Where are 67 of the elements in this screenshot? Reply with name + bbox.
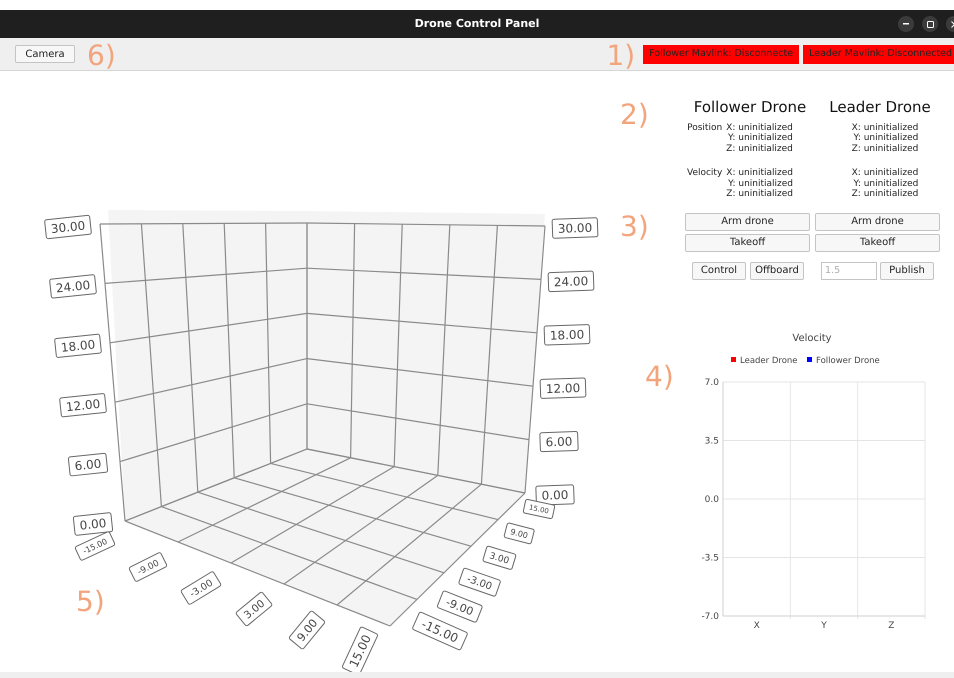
coordinate-value: Y: uninitialized: [728, 178, 793, 189]
axis-tick-label: 7.0: [704, 378, 719, 388]
value-field[interactable]: 1.5: [821, 262, 877, 280]
tick-label: 0.00: [72, 512, 114, 536]
axis-tick-label: -7.0: [701, 612, 719, 622]
coordinate-value: X: uninitialized: [726, 168, 793, 178]
axis-tick-label: Y: [821, 621, 827, 631]
maximize-icon: [926, 20, 934, 28]
annotation-number: 1): [606, 42, 636, 70]
push-button[interactable]: Takeoff: [815, 234, 940, 252]
tick-label: -9.00: [436, 590, 484, 624]
tick-label: 24.00: [548, 270, 594, 292]
tick-label: 12.00: [540, 377, 586, 399]
push-button[interactable]: Takeoff: [685, 234, 810, 252]
push-button[interactable]: Control: [692, 262, 746, 280]
axis-tick-label: 0.0: [704, 495, 719, 505]
axis-tick-label: Z: [888, 621, 894, 631]
tick-label: -9.00: [128, 552, 168, 582]
tick-label: -3.00: [458, 567, 502, 598]
tick-label: -3.00: [180, 570, 222, 606]
tick-label: 9.00: [503, 522, 536, 545]
annotation-number: 4): [645, 360, 674, 393]
push-button[interactable]: Arm drone: [815, 212, 940, 230]
coordinate-value: Y: uninitialized: [854, 178, 918, 189]
annotation-number: 3): [620, 210, 649, 242]
coordinate-value: Z: uninitialized: [726, 144, 793, 154]
annotation-number: 2): [620, 98, 649, 131]
push-button[interactable]: Offboard: [750, 262, 804, 280]
tick-label: 0.00: [535, 484, 575, 506]
coordinate-value: X: uninitialized: [726, 122, 793, 133]
minimize-icon: [903, 23, 909, 25]
coordinate-value: X: uninitialized: [852, 168, 918, 178]
drone-title: Follower Drone: [694, 97, 806, 118]
field-label: Velocity: [686, 168, 722, 180]
axis-tick-label: -3.5: [701, 554, 719, 564]
tick-label: 18.00: [544, 324, 590, 346]
tick-label: 6.00: [539, 430, 579, 452]
annotation-number: 6): [87, 42, 116, 70]
minimize-button[interactable]: [898, 16, 914, 32]
connection-status: Follower Mavlink: Disconnecte: [643, 44, 800, 64]
axis-tick-label: X: [754, 621, 760, 631]
axis-tick-label: 3.5: [704, 436, 719, 446]
window-title: Drone Control Panel: [414, 16, 540, 32]
coordinate-value: Y: uninitialized: [728, 133, 793, 144]
coordinate-value: Z: uninitialized: [726, 189, 793, 200]
tick-label: 12.00: [59, 392, 107, 418]
push-button[interactable]: Camera: [15, 45, 75, 63]
push-button[interactable]: Arm drone: [685, 212, 810, 230]
coordinate-value: Z: uninitialized: [852, 144, 918, 154]
drone-title: Leader Drone: [829, 97, 931, 118]
coordinate-value: Z: uninitialized: [852, 189, 918, 200]
tick-label: 30.00: [44, 214, 92, 240]
connection-status: Leader Mavlink: Disconnected: [803, 44, 954, 64]
coordinate-value: X: uninitialized: [852, 122, 918, 133]
tick-label: 30.00: [552, 217, 598, 239]
legend-label: Follower Drone: [816, 356, 880, 366]
coordinate-value: Y: uninitialized: [854, 133, 918, 144]
tick-label: 24.00: [49, 274, 97, 299]
tick-label: 3.00: [482, 545, 517, 570]
push-button[interactable]: Publish: [880, 262, 934, 280]
legend-label: Leader Drone: [740, 356, 798, 366]
field-label: Position: [687, 122, 722, 134]
tick-label: 6.00: [68, 452, 108, 477]
tick-label: 18.00: [54, 334, 102, 358]
annotation-number: 5): [76, 588, 105, 616]
chart-title: Velocity: [792, 333, 832, 344]
maximize-button[interactable]: [922, 16, 938, 32]
